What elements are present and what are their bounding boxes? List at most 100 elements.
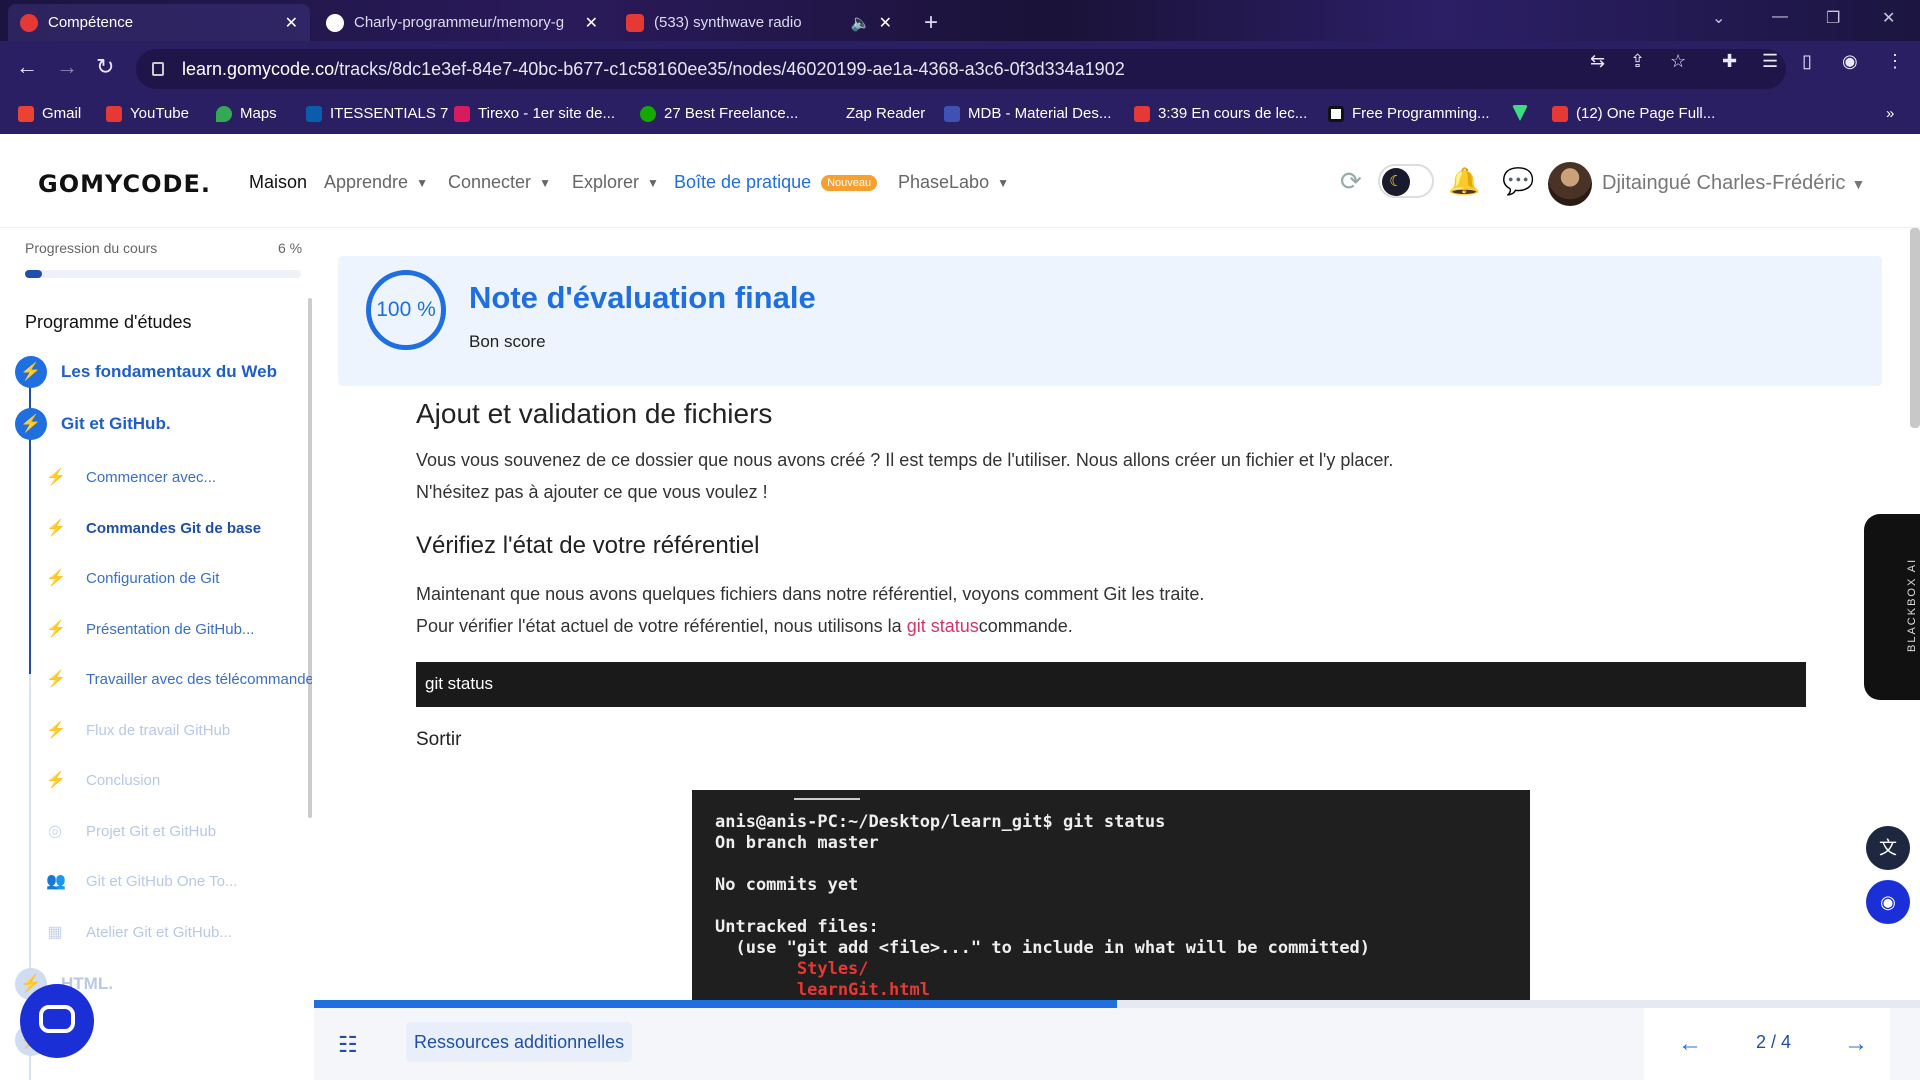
resources-button[interactable]: Ressources additionnelles [406, 1022, 633, 1062]
gomycode-logo[interactable]: GOMYCODE. [38, 170, 211, 198]
lesson-presentation-github[interactable]: ⚡ Présentation de GitHub... [46, 619, 312, 639]
score-banner: 100 % Note d'évaluation finale Bon score [338, 256, 1882, 386]
close-icon[interactable]: ✕ [285, 13, 298, 33]
sidebar-toggle-icon[interactable]: ▯ [1802, 51, 1812, 72]
youtube-icon [1552, 105, 1568, 122]
user-menu[interactable]: Djitaingué Charles-Frédéric ▼ [1602, 172, 1865, 195]
bell-icon[interactable]: 🔔 [1448, 166, 1480, 197]
nav-phaselabo[interactable]: PhaseLabo ▼ [898, 172, 1009, 193]
module-git-github[interactable]: ⚡ Git et GitHub. [15, 408, 171, 440]
course-progress-fill [25, 270, 42, 278]
lesson-atelier[interactable]: ▦ Atelier Git et GitHub... [46, 922, 312, 942]
blackbox-label: BLACKBOX AI [1906, 557, 1918, 652]
extensions-icon[interactable]: ✚ [1722, 51, 1737, 72]
prev-arrow-icon[interactable]: ← [1678, 1030, 1702, 1058]
bookmark-maps[interactable]: Maps [216, 105, 277, 122]
close-icon[interactable]: ✕ [879, 13, 892, 33]
browser-tab-strip: Compétence ✕ Charly-programmeur/memory-g… [0, 0, 1920, 41]
avatar[interactable] [1548, 162, 1592, 206]
dark-mode-toggle[interactable]: ☾ [1378, 164, 1434, 198]
nav-boite-de-pratique[interactable]: Boîte de pratique Nouveau [674, 172, 878, 193]
minimize-icon[interactable]: — [1772, 8, 1788, 26]
score-subtitle: Bon score [469, 332, 546, 351]
main-scrollbar[interactable] [1910, 228, 1920, 428]
lesson-commencer[interactable]: ⚡ Commencer avec... [46, 467, 312, 487]
bookmark-vue[interactable] [1512, 105, 1536, 121]
vue-icon [1512, 105, 1528, 121]
url-input[interactable]: learn.gomycode.co/tracks/8dc1e3ef-84e7-4… [136, 49, 1786, 89]
bookmark-mdb[interactable]: MDB - Material Des... [944, 105, 1111, 122]
new-tab-button[interactable]: + [912, 4, 952, 41]
reload-icon[interactable]: ↻ [96, 54, 114, 80]
terminal-line: Untracked files: [715, 917, 879, 937]
chevron-double-right-icon: » [1886, 105, 1895, 122]
browser-tab-github[interactable]: Charly-programmeur/memory-g ✕ [314, 4, 610, 41]
lesson-flux-travail[interactable]: ⚡ Flux de travail GitHub [46, 720, 312, 740]
sync-icon[interactable]: ⟳ [1340, 166, 1362, 197]
github-icon [326, 13, 344, 32]
profile-icon[interactable]: ◉ [1842, 51, 1858, 72]
bookmark-gmail[interactable]: Gmail [18, 105, 81, 122]
blackbox-panel[interactable]: BLACKBOX AI [1864, 514, 1920, 700]
bolt-icon: ⚡ [15, 356, 47, 388]
paragraph-line: Vous vous souvenez de ce dossier que nou… [416, 450, 1394, 470]
bookmark-label: 3:39 En cours de lec... [1158, 105, 1308, 122]
nav-label: Apprendre [324, 172, 409, 192]
bookmark-one-page[interactable]: (12) One Page Full... [1552, 105, 1715, 122]
menu-icon[interactable]: ⋮ [1886, 51, 1904, 72]
bolt-icon: ⚡ [46, 520, 66, 537]
lock-icon [152, 62, 164, 76]
bookmarks-overflow[interactable]: » [1886, 105, 1894, 122]
tab-search-icon[interactable]: ⌄ [1712, 8, 1725, 28]
lesson-commandes-git[interactable]: ⚡ Commandes Git de base [46, 518, 312, 538]
bookmark-zap-reader[interactable]: Zap Reader [822, 105, 925, 122]
chevron-down-icon: ▼ [1851, 176, 1866, 192]
translate-fab-icon[interactable]: 文 [1866, 826, 1910, 870]
lesson-configuration[interactable]: ⚡ Configuration de Git [46, 568, 312, 588]
bookmark-free-programming[interactable]: Free Programming... [1328, 105, 1490, 122]
browser-tab-competence[interactable]: Compétence ✕ [8, 4, 310, 41]
bookmark-tirexo[interactable]: Tirexo - 1er site de... [454, 105, 615, 122]
lesson-conclusion[interactable]: ⚡ Conclusion [46, 770, 312, 790]
media-queue-icon[interactable]: ☰ [1762, 51, 1778, 72]
nav-explorer[interactable]: Explorer ▼ [572, 172, 659, 193]
course-progress-bar [25, 270, 301, 278]
output-label: Sortir [416, 729, 462, 750]
sidebar-title: Programme d'études [25, 312, 192, 332]
bookmark-youtube[interactable]: YouTube [106, 105, 189, 122]
share-icon[interactable]: ⇪ [1630, 51, 1645, 72]
chat-icon[interactable]: 💬 [1502, 166, 1534, 197]
address-bar: ← → ↻ learn.gomycode.co/tracks/8dc1e3ef-… [0, 41, 1920, 97]
module-fondamentaux-web[interactable]: ⚡ Les fondamentaux du Web [15, 356, 277, 388]
next-arrow-icon[interactable]: → [1844, 1030, 1868, 1058]
bolt-icon: ⚡ [46, 722, 66, 739]
star-icon[interactable]: ☆ [1670, 51, 1686, 72]
terminal-line: (use "git add <file>..." to include in w… [715, 938, 1371, 958]
close-icon[interactable]: ✕ [585, 13, 598, 33]
mdb-icon [944, 105, 960, 122]
sidebar-scrollbar[interactable] [308, 298, 312, 818]
chevron-down-icon: ▼ [647, 175, 659, 190]
forward-arrow-icon[interactable]: → [56, 54, 78, 80]
back-arrow-icon[interactable]: ← [16, 54, 38, 80]
browser-tab-youtube[interactable]: (533) synthwave radio 🔈 ✕ [614, 4, 904, 41]
bookmark-youtube-playing[interactable]: 3:39 En cours de lec... [1134, 105, 1307, 122]
support-chat-button[interactable] [20, 984, 94, 1058]
outline-list-icon[interactable]: ☷ [338, 1032, 358, 1058]
nav-maison[interactable]: Maison [249, 172, 307, 193]
score-title: Note d'évaluation finale [469, 280, 816, 315]
lesson-projet[interactable]: ◎ Projet Git et GitHub [46, 821, 312, 841]
nav-apprendre[interactable]: Apprendre ▼ [324, 172, 428, 193]
window-close-icon[interactable]: ✕ [1882, 8, 1895, 28]
bookmark-itessentials[interactable]: ITESSENTIALS 7 [306, 105, 448, 122]
restore-icon[interactable]: ❐ [1826, 8, 1840, 28]
new-badge: Nouveau [821, 174, 878, 191]
lesson-telecommandes[interactable]: ⚡ Travailler avec des télécommandes [46, 669, 312, 689]
assistant-fab-icon[interactable]: ◉ [1866, 880, 1910, 924]
url-path: /tracks/8dc1e3ef-84e7-40bc-b677-c1c58160… [334, 58, 1125, 79]
translate-icon[interactable]: ⇆ [1590, 51, 1605, 72]
nav-connecter[interactable]: Connecter ▼ [448, 172, 551, 193]
lesson-content: Ajout et validation de fichiers Vous vou… [416, 398, 1806, 751]
lesson-one-to-one[interactable]: 👥 Git et GitHub One To... [46, 871, 312, 891]
bookmark-freelance[interactable]: 27 Best Freelance... [640, 105, 798, 122]
